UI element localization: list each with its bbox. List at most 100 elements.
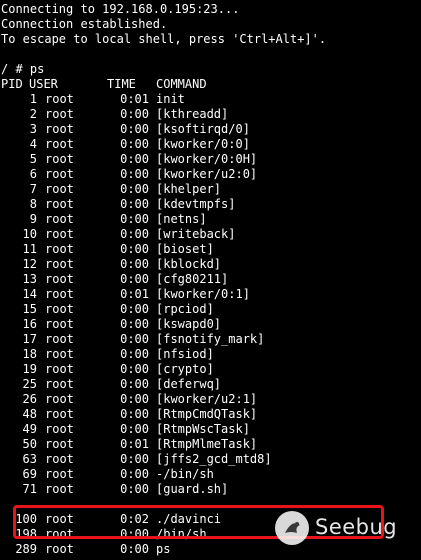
process-command: [kswapd0] <box>156 317 222 331</box>
process-command: [writeback] <box>156 227 236 241</box>
process-time: 0:00 <box>120 257 149 271</box>
process-user: root <box>45 512 74 526</box>
process-row: 11 root 0:00 [bioset] <box>1 242 421 257</box>
process-pid: 50 <box>22 437 37 451</box>
process-time: 0:01 <box>120 92 149 106</box>
header-pid: PID <box>1 77 23 91</box>
process-row: 50 root 0:01 [RtmpMlmeTask] <box>1 437 421 452</box>
process-pid: 25 <box>22 377 37 391</box>
process-time: 0:00 <box>120 242 149 256</box>
process-command: init <box>156 92 185 106</box>
process-row: 3 root 0:00 [ksoftirqd/0] <box>1 122 421 137</box>
process-user: root <box>45 542 74 556</box>
process-user: root <box>45 482 74 496</box>
process-time: 0:00 <box>120 332 149 346</box>
process-time: 0:00 <box>120 422 149 436</box>
process-time: 0:00 <box>120 182 149 196</box>
process-pid: 17 <box>22 332 37 346</box>
process-command: [bioset] <box>156 242 214 256</box>
process-pid: 9 <box>29 212 37 226</box>
process-time: 0:00 <box>120 107 149 121</box>
process-time: 0:00 <box>120 212 149 226</box>
process-user: root <box>45 407 74 421</box>
process-row: 14 root 0:01 [kworker/0:1] <box>1 287 421 302</box>
process-row: 18 root 0:00 [nfsiod] <box>1 347 421 362</box>
process-user: root <box>45 272 74 286</box>
process-pid: 48 <box>22 407 37 421</box>
process-pid: 11 <box>22 242 37 256</box>
process-time: 0:00 <box>120 317 149 331</box>
process-time: 0:00 <box>120 482 149 496</box>
process-row: 9 root 0:00 [netns] <box>1 212 421 227</box>
process-time: 0:00 <box>120 302 149 316</box>
process-time: 0:00 <box>120 347 149 361</box>
process-pid: 4 <box>29 137 37 151</box>
process-command: [jffs2_gcd_mtd8] <box>156 452 272 466</box>
process-pid: 69 <box>22 467 37 481</box>
process-row: 71 root 0:00 [guard.sh] <box>1 482 421 497</box>
process-row: 6 root 0:00 [kworker/u2:0] <box>1 167 421 182</box>
process-pid: 1 <box>29 92 37 106</box>
process-row: 13 root 0:00 [cfg80211] <box>1 272 421 287</box>
process-time: 0:00 <box>120 527 149 541</box>
process-command: [kworker/0:0H] <box>156 152 258 166</box>
process-pid: 5 <box>29 152 37 166</box>
process-user: root <box>45 122 74 136</box>
process-pid: 289 <box>15 542 37 556</box>
process-time: 0:00 <box>120 392 149 406</box>
process-user: root <box>45 287 74 301</box>
process-pid: 49 <box>22 422 37 436</box>
process-time: 0:00 <box>120 152 149 166</box>
header-command: COMMAND <box>156 77 207 91</box>
process-user: root <box>45 392 74 406</box>
banner-line-connecting: Connecting to 192.168.0.195:23... <box>1 2 240 16</box>
process-command: [kworker/0:1] <box>156 287 250 301</box>
process-time: 0:00 <box>120 407 149 421</box>
process-command: [ksoftirqd/0] <box>156 122 250 136</box>
process-user: root <box>45 377 74 391</box>
process-row: 10 root 0:00 [writeback] <box>1 227 421 242</box>
process-command: [RtmpWscTask] <box>156 422 250 436</box>
process-row: 8 root 0:00 [kdevtmpfs] <box>1 197 421 212</box>
process-command: [kworker/u2:1] <box>156 392 258 406</box>
process-row: 25 root 0:00 [deferwq] <box>1 377 421 392</box>
process-pid: 18 <box>22 347 37 361</box>
watermark: Seebug <box>275 511 398 551</box>
process-pid: 63 <box>22 452 37 466</box>
process-command: [kthreadd] <box>156 107 229 121</box>
process-command: [cfg80211] <box>156 272 229 286</box>
process-pid: 16 <box>22 317 37 331</box>
process-pid: 15 <box>22 302 37 316</box>
process-row: 16 root 0:00 [kswapd0] <box>1 317 421 332</box>
process-row <box>1 497 421 512</box>
process-row: 19 root 0:00 [crypto] <box>1 362 421 377</box>
process-command: [crypto] <box>156 362 214 376</box>
process-user: root <box>45 347 74 361</box>
terminal-window[interactable]: Connecting to 192.168.0.195:23... Connec… <box>1 0 421 560</box>
process-time: 0:02 <box>120 512 149 526</box>
process-pid: 26 <box>22 392 37 406</box>
process-time: 0:00 <box>120 452 149 466</box>
process-time: 0:00 <box>120 542 149 556</box>
process-pid: 8 <box>29 197 37 211</box>
process-command: [RtmpMlmeTask] <box>156 437 258 451</box>
process-user: root <box>45 242 74 256</box>
process-row: 49 root 0:00 [RtmpWscTask] <box>1 422 421 437</box>
process-row: 1 root 0:01 init <box>1 92 421 107</box>
header-time: TIME <box>107 77 136 91</box>
process-command: [netns] <box>156 212 207 226</box>
process-row: 15 root 0:00 [rpciod] <box>1 302 421 317</box>
seebug-logo-icon <box>275 511 309 545</box>
process-user: root <box>45 527 74 541</box>
process-command: [khelper] <box>156 182 222 196</box>
process-pid: 3 <box>29 122 37 136</box>
process-command: [RtmpCmdQTask] <box>156 407 258 421</box>
process-user: root <box>45 167 74 181</box>
process-pid: 71 <box>22 482 37 496</box>
process-user: root <box>45 197 74 211</box>
process-time: 0:00 <box>120 377 149 391</box>
watermark-text: Seebug <box>315 515 398 539</box>
banner-line-escape: To escape to local shell, press 'Ctrl+Al… <box>1 32 327 46</box>
process-pid: 14 <box>22 287 37 301</box>
process-user: root <box>45 362 74 376</box>
